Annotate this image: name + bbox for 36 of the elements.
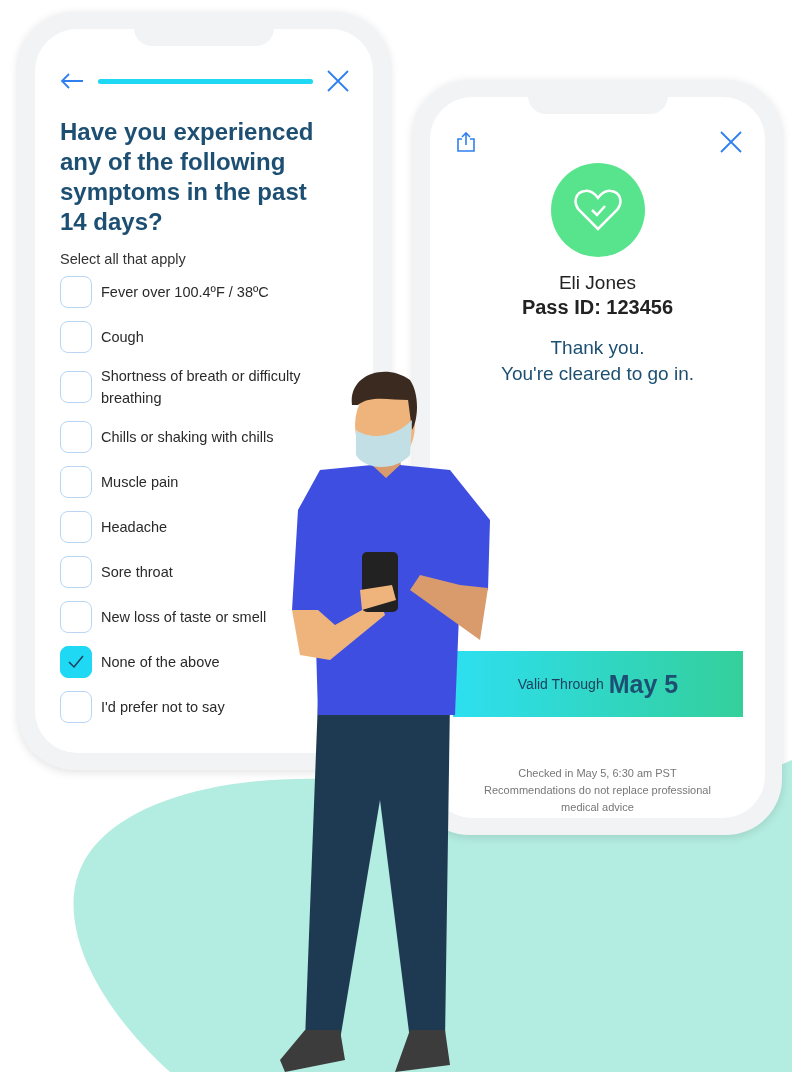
checkbox[interactable] (60, 556, 92, 588)
checkbox[interactable] (60, 276, 92, 308)
instruction-text: Select all that apply (60, 251, 187, 267)
footer-note: Checked in May 5, 6:30 am PST (517, 766, 678, 781)
option-label: None of the above (101, 653, 220, 672)
option-label: Chills or shaking with chills (101, 428, 274, 447)
back-arrow-icon[interactable] (60, 72, 84, 90)
person-name: Eli Jones (558, 272, 637, 294)
checkbox[interactable] (60, 511, 92, 543)
checkbox[interactable] (60, 466, 92, 498)
option-label: I'd prefer not to say (101, 698, 225, 717)
checkbox[interactable] (60, 691, 92, 723)
option-label: Shortness of breath or difficulty breathing (101, 367, 302, 408)
validity-date: May 5 (608, 669, 679, 699)
checkbox[interactable] (60, 421, 92, 453)
heart-check-icon (572, 188, 623, 232)
option-label: Sore throat (101, 563, 173, 582)
option-label: Fever over 100.4ºF / 38ºC (101, 283, 269, 302)
checkbox[interactable] (60, 601, 92, 633)
message-text: Thank you. (549, 336, 646, 360)
checkbox[interactable] (60, 646, 92, 678)
check-icon (68, 655, 84, 669)
message-text: You're cleared to go in. (500, 362, 695, 386)
footer-note: Recommendations do not replace professional medical advice (483, 783, 712, 815)
close-icon[interactable] (720, 131, 742, 153)
pass-id: Pass ID: 123456 (521, 296, 674, 319)
option-label: Cough (101, 328, 144, 347)
checkbox[interactable] (60, 371, 92, 403)
option-label: Muscle pain (101, 473, 179, 492)
option-label: New loss of taste or smell (101, 608, 267, 627)
close-icon[interactable] (327, 70, 349, 92)
option-label: Headache (101, 518, 168, 537)
question-title: Have you experienced any of the following symptoms in the past 14 days? (60, 117, 315, 237)
checkbox[interactable] (60, 321, 92, 353)
validity-label: Valid Through (517, 676, 604, 692)
share-icon[interactable] (455, 131, 477, 153)
